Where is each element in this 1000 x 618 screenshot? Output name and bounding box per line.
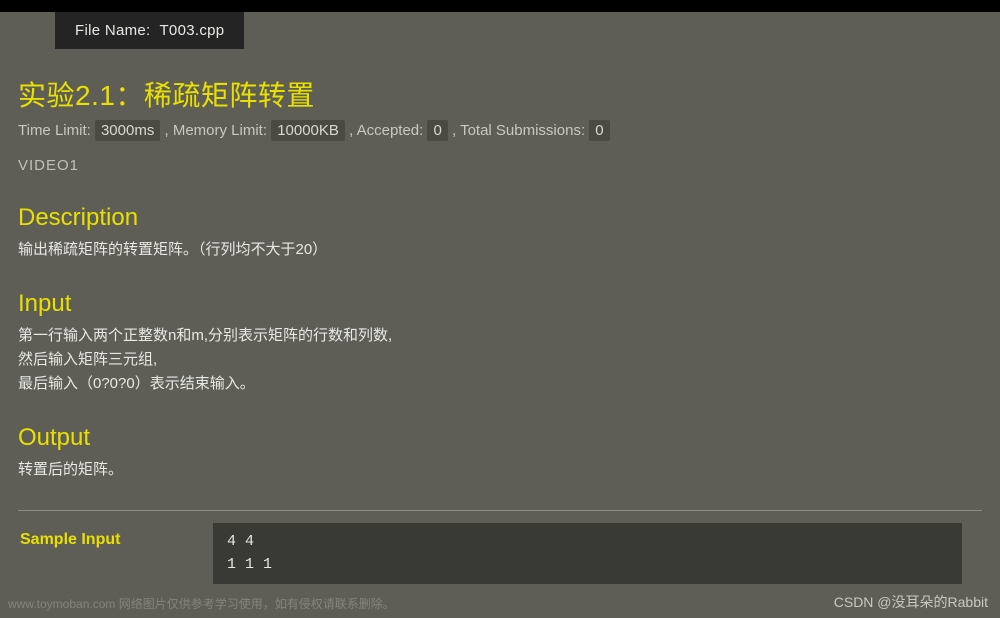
submissions-value: 0 (589, 120, 609, 141)
file-name-value: T003.cpp (159, 22, 224, 39)
memory-limit-value: 10000KB (271, 120, 345, 141)
sample-input-row: Sample Input 4 4 1 1 1 (18, 523, 982, 584)
problem-title: 实验2.1：稀疏矩阵转置 (18, 74, 982, 114)
sample-input-content: 4 4 1 1 1 (213, 523, 962, 584)
top-bar (0, 0, 1000, 12)
input-text: 第一行输入两个正整数n和m,分别表示矩阵的行数和列数, 然后输入矩阵三元组, 最… (18, 324, 982, 396)
memory-limit-label: , Memory Limit: (165, 122, 268, 139)
sample-input-label: Sample Input (18, 523, 213, 549)
divider (18, 510, 982, 511)
submissions-label: , Total Submissions: (452, 122, 585, 139)
output-heading: Output (18, 424, 982, 452)
description-text: 输出稀疏矩阵的转置矩阵。（行列均不大于20） (18, 238, 982, 262)
file-name-tab[interactable]: File Name: T003.cpp (55, 12, 244, 49)
output-text: 转置后的矩阵。 (18, 458, 982, 482)
input-heading: Input (18, 290, 982, 318)
description-heading: Description (18, 204, 982, 232)
limits-line: Time Limit: 3000ms , Memory Limit: 10000… (18, 122, 982, 139)
accepted-value: 0 (427, 120, 447, 141)
file-name-label: File Name: (75, 22, 151, 39)
time-limit-label: Time Limit: (18, 122, 91, 139)
problem-content: 实验2.1：稀疏矩阵转置 Time Limit: 3000ms , Memory… (0, 49, 1000, 584)
watermark-right: CSDN @没耳朵的Rabbit (834, 592, 988, 612)
watermark-left: www.toymoban.com 网络图片仅供参考学习使用，如有侵权请联系删除。 (8, 595, 395, 612)
accepted-label: , Accepted: (349, 122, 423, 139)
video-label: VIDEO1 (18, 157, 982, 174)
time-limit-value: 3000ms (95, 120, 160, 141)
